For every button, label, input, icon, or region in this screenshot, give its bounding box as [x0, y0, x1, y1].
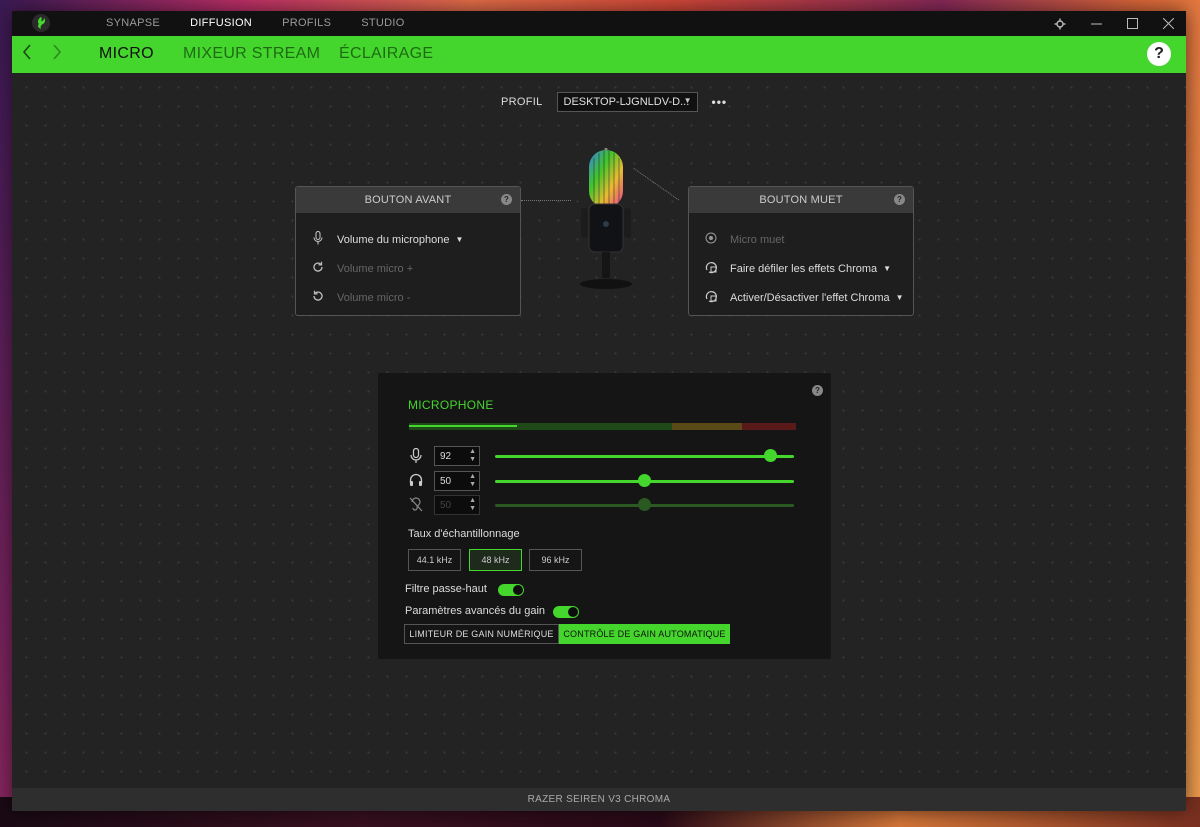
maximize-icon[interactable] [1114, 11, 1150, 36]
action-mic-volume-up: Volume micro + [296, 254, 520, 283]
tab-mixeur-stream[interactable]: MIXEUR STREAM [183, 45, 320, 63]
headphones-icon [409, 473, 423, 489]
rotate-cw-icon [311, 261, 325, 276]
gain-mode-tabs: LIMITEUR DE GAIN NUMÉRIQUE CONTRÔLE DE G… [404, 624, 730, 644]
action-label: Activer/Désactiver l'effet Chroma [730, 291, 890, 304]
more-options-icon[interactable]: ••• [712, 95, 728, 109]
minimize-icon[interactable] [1078, 11, 1114, 36]
mute-button-card: BOUTON MUET ? Micro muet Faire défiler l… [688, 186, 914, 316]
front-button-header: BOUTON AVANT ? [296, 187, 520, 213]
synapse-window: SYNAPSE DIFFUSION PROFILS STUDIO MICRO M… [12, 11, 1186, 811]
connector-line [521, 200, 571, 201]
connector-line [633, 168, 680, 201]
sample-rate-48-button[interactable]: 48 kHz [469, 549, 522, 571]
tab-profils[interactable]: PROFILS [267, 11, 346, 36]
tab-diffusion[interactable]: DIFFUSION [175, 11, 267, 36]
monitoring-value: 50 [440, 476, 452, 487]
front-button-title: BOUTON AVANT [364, 194, 452, 206]
mute-button-title: BOUTON MUET [759, 194, 843, 206]
action-mic-volume-down: Volume micro - [296, 283, 520, 312]
content-area: PROFIL DESKTOP-LJGNLDV-D... ▼ ••• BOUTON… [12, 73, 1186, 788]
slider-sidetone: 50 ▲ ▼ [409, 495, 795, 515]
advanced-gain-toggle[interactable] [553, 606, 579, 618]
chevron-down-icon: ▼ [683, 96, 692, 105]
forward-arrow-icon[interactable] [52, 44, 62, 65]
tab-micro[interactable]: MICRO [99, 45, 154, 63]
microphone-icon [311, 231, 325, 248]
help-icon[interactable]: ? [812, 385, 823, 396]
tab-digital-gain-limiter[interactable]: LIMITEUR DE GAIN NUMÉRIQUE [404, 624, 559, 644]
high-pass-label: Filtre passe-haut [405, 583, 487, 595]
chevron-down-icon[interactable]: ▼ [883, 264, 891, 273]
stepper-icon[interactable]: ▲ ▼ [469, 448, 476, 464]
microphone-panel: ? MICROPHONE 92 ▲ ▼ 50 ▲ ▼ 50 ▲ ▼ Taux d… [378, 373, 831, 659]
sidetone-thumb [638, 498, 651, 511]
settings-icon[interactable] [1042, 11, 1078, 36]
sidetone-value: 50 [440, 500, 452, 511]
action-mic-mute: Micro muet [689, 225, 913, 254]
meter-yellow-zone [672, 423, 742, 430]
radio-icon [704, 232, 718, 247]
back-arrow-icon[interactable] [22, 44, 32, 65]
ear-off-icon [409, 497, 423, 513]
action-label: Volume du microphone [337, 233, 450, 246]
chroma-cycle-icon [704, 261, 718, 277]
mic-gain-thumb[interactable] [763, 449, 777, 462]
monitoring-thumb[interactable] [638, 474, 651, 487]
rotate-ccw-icon [311, 290, 325, 305]
microphone-icon [409, 447, 423, 464]
chevron-down-icon[interactable]: ▼ [896, 293, 904, 302]
profile-value: DESKTOP-LJGNLDV-D... [563, 96, 690, 108]
mic-gain-value: 92 [440, 451, 452, 462]
meter-level [409, 425, 518, 427]
monitoring-input[interactable]: 50 ▲ ▼ [434, 471, 480, 491]
profile-label: PROFIL [501, 96, 543, 108]
close-icon[interactable] [1150, 11, 1186, 36]
action-label: Micro muet [730, 233, 785, 246]
window-controls [1042, 11, 1186, 36]
mic-gain-track[interactable] [495, 455, 794, 458]
microphone-device-illustration [580, 148, 632, 289]
sample-rate-label: Taux d'échantillonnage [408, 528, 520, 540]
device-name: RAZER SEIREN V3 CHROMA [527, 794, 671, 805]
chroma-toggle-icon [704, 290, 718, 306]
tab-studio[interactable]: STUDIO [346, 11, 419, 36]
tab-synapse[interactable]: SYNAPSE [91, 11, 175, 36]
sample-rate-96-button[interactable]: 96 kHz [529, 549, 582, 571]
title-bar: SYNAPSE DIFFUSION PROFILS STUDIO [12, 11, 1186, 36]
help-icon[interactable]: ? [501, 194, 512, 205]
front-button-card: BOUTON AVANT ? Volume du microphone ▼ Vo… [295, 186, 521, 316]
meter-red-zone [741, 423, 796, 430]
device-footer: RAZER SEIREN V3 CHROMA [12, 788, 1186, 811]
slider-mic-gain: 92 ▲ ▼ [409, 446, 795, 466]
panel-title: MICROPHONE [408, 398, 494, 412]
action-label: Faire défiler les effets Chroma [730, 262, 878, 275]
mic-gain-input[interactable]: 92 ▲ ▼ [434, 446, 480, 466]
advanced-gain-label: Paramètres avancés du gain [405, 605, 546, 617]
help-button[interactable]: ? [1147, 42, 1171, 66]
mute-button-header: BOUTON MUET ? [689, 187, 913, 213]
action-chroma-toggle[interactable]: Activer/Désactiver l'effet Chroma ▼ [689, 283, 913, 312]
chevron-down-icon[interactable]: ▼ [456, 235, 464, 244]
action-mic-volume[interactable]: Volume du microphone ▼ [296, 225, 520, 254]
razer-logo-icon [32, 14, 50, 32]
sample-rate-44-1-button[interactable]: 44.1 kHz [408, 549, 461, 571]
profile-row: PROFIL DESKTOP-LJGNLDV-D... ▼ ••• [501, 92, 727, 112]
stepper-icon: ▲ ▼ [469, 497, 476, 512]
section-nav-bar: MICRO MIXEUR STREAM ÉCLAIRAGE ? [12, 36, 1186, 73]
top-tabs: SYNAPSE DIFFUSION PROFILS STUDIO [91, 11, 420, 36]
input-level-meter [409, 423, 796, 430]
high-pass-toggle[interactable] [498, 584, 524, 596]
help-icon[interactable]: ? [894, 194, 905, 205]
tab-eclairage[interactable]: ÉCLAIRAGE [339, 45, 433, 63]
tab-automatic-gain-control[interactable]: CONTRÔLE DE GAIN AUTOMATIQUE [559, 624, 730, 644]
stepper-icon[interactable]: ▲ ▼ [469, 473, 476, 489]
action-label: Volume micro + [337, 262, 414, 275]
profile-select[interactable]: DESKTOP-LJGNLDV-D... ▼ [556, 92, 698, 112]
action-label: Volume micro - [337, 291, 411, 304]
slider-monitoring: 50 ▲ ▼ [409, 471, 795, 491]
action-chroma-cycle[interactable]: Faire défiler les effets Chroma ▼ [689, 254, 913, 283]
sidetone-input: 50 ▲ ▼ [434, 495, 480, 515]
